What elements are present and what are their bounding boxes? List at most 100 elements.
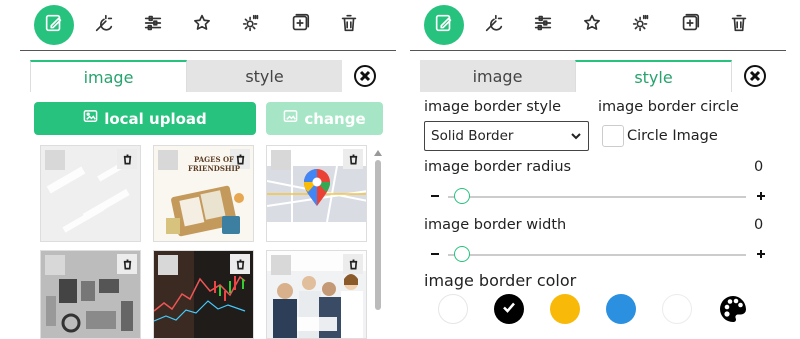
- delete-image-button[interactable]: [343, 254, 363, 274]
- border-radius-slider: [424, 187, 770, 207]
- color-swatch-light[interactable]: [662, 294, 692, 324]
- book-title: PAGES OF FRIENDSHIP: [187, 155, 241, 173]
- add-button[interactable]: [280, 5, 320, 45]
- chevron-down-icon: [570, 130, 582, 142]
- gear-icon: [630, 12, 652, 38]
- slider-track[interactable]: [448, 196, 746, 198]
- border-width-slider: [424, 245, 770, 265]
- sliders-icon: [532, 12, 554, 38]
- select-checkbox[interactable]: [158, 255, 178, 275]
- left-panel: image style local upload change PAGES OF…: [0, 0, 400, 339]
- select-checkbox[interactable]: [45, 150, 65, 170]
- toolbar-divider: [20, 50, 396, 51]
- plus-icon[interactable]: [752, 187, 770, 205]
- minus-icon[interactable]: [426, 245, 444, 263]
- tab-style[interactable]: style: [575, 60, 732, 92]
- image-thumb-gadgets-desk[interactable]: [40, 250, 141, 339]
- trash-icon: [122, 150, 133, 169]
- right-panel: image style image border style image bor…: [400, 0, 800, 339]
- border-radius-value: 0: [754, 159, 764, 175]
- border-width-label: image border width: [424, 217, 567, 233]
- slider-knob[interactable]: [454, 246, 470, 262]
- delete-image-button[interactable]: [343, 149, 363, 169]
- delete-image-button[interactable]: [230, 254, 250, 274]
- trash-icon: [348, 255, 359, 274]
- border-width-value: 0: [754, 217, 764, 233]
- delete-button[interactable]: [719, 5, 759, 45]
- left-tabs: image style: [30, 60, 400, 93]
- image-thumb-stock-chart[interactable]: [153, 250, 254, 339]
- scroll-thumb[interactable]: [375, 160, 381, 310]
- add-button[interactable]: [670, 5, 710, 45]
- settings-button[interactable]: [621, 5, 661, 45]
- image-upload-icon: [83, 109, 98, 128]
- adjust-button[interactable]: [523, 5, 563, 45]
- trash-icon: [348, 150, 359, 169]
- trash-icon: [122, 255, 133, 274]
- tab-image[interactable]: image: [420, 60, 575, 92]
- favorite-button[interactable]: [182, 5, 222, 45]
- effects-button[interactable]: [474, 5, 514, 45]
- trash-icon: [338, 12, 360, 38]
- circle-image-checkbox[interactable]: [602, 125, 624, 147]
- magic-icon: [483, 12, 505, 38]
- delete-image-button[interactable]: [117, 254, 137, 274]
- minus-icon[interactable]: [426, 187, 444, 205]
- image-thumb-business-meeting[interactable]: [266, 250, 367, 339]
- toolbar: [420, 5, 796, 47]
- border-style-label: image border style: [424, 99, 562, 115]
- tab-style[interactable]: style: [187, 60, 342, 92]
- sliders-icon: [142, 12, 164, 38]
- border-circle-label: image border circle: [598, 99, 739, 115]
- favorite-button[interactable]: [572, 5, 612, 45]
- border-style-select[interactable]: Solid Border: [424, 121, 589, 151]
- image-change-icon: [283, 109, 298, 128]
- image-thumb-white-texture[interactable]: [40, 145, 141, 242]
- color-swatch-white[interactable]: [438, 294, 468, 324]
- gear-icon: [240, 12, 262, 38]
- trash-icon: [235, 255, 246, 274]
- color-swatch-blue[interactable]: [606, 294, 636, 324]
- palette-icon[interactable]: [718, 294, 748, 324]
- delete-image-button[interactable]: [117, 149, 137, 169]
- select-checkbox[interactable]: [158, 150, 178, 170]
- tab-image[interactable]: image: [30, 60, 187, 92]
- circle-image-label: Circle Image: [627, 128, 718, 144]
- plus-icon[interactable]: [752, 245, 770, 263]
- right-tabs: image style: [420, 60, 760, 93]
- local-upload-button[interactable]: local upload: [34, 102, 256, 135]
- image-list-scrollbar[interactable]: [374, 150, 382, 339]
- select-checkbox[interactable]: [271, 150, 291, 170]
- adjust-button[interactable]: [133, 5, 173, 45]
- edit-image-button[interactable]: [424, 5, 464, 45]
- scroll-up-arrow[interactable]: [374, 150, 382, 156]
- border-radius-label: image border radius: [424, 159, 572, 175]
- trash-icon: [728, 12, 750, 38]
- close-icon[interactable]: [744, 65, 766, 87]
- star-icon: [581, 12, 603, 38]
- magic-icon: [93, 12, 115, 38]
- color-swatch-black[interactable]: [494, 294, 524, 324]
- toolbar-divider: [410, 50, 786, 51]
- edit-image-icon: [43, 12, 65, 38]
- change-button[interactable]: change: [266, 102, 383, 135]
- checkmark-icon: [501, 299, 517, 319]
- select-checkbox[interactable]: [271, 255, 291, 275]
- add-square-icon: [289, 12, 311, 38]
- slider-track[interactable]: [448, 254, 746, 256]
- select-checkbox[interactable]: [45, 255, 65, 275]
- local-upload-label: local upload: [104, 109, 207, 128]
- effects-button[interactable]: [84, 5, 124, 45]
- image-thumb-pages-of-friendship[interactable]: PAGES OF FRIENDSHIP: [153, 145, 254, 242]
- delete-button[interactable]: [329, 5, 369, 45]
- color-swatch-amber[interactable]: [550, 294, 580, 324]
- border-color-label: image border color: [424, 271, 577, 290]
- image-thumb-google-map[interactable]: [266, 145, 367, 242]
- change-label: change: [304, 109, 366, 128]
- close-icon[interactable]: [354, 65, 376, 87]
- edit-image-icon: [433, 12, 455, 38]
- slider-knob[interactable]: [454, 188, 470, 204]
- edit-image-button[interactable]: [34, 5, 74, 45]
- settings-button[interactable]: [231, 5, 271, 45]
- border-style-value: Solid Border: [431, 128, 514, 144]
